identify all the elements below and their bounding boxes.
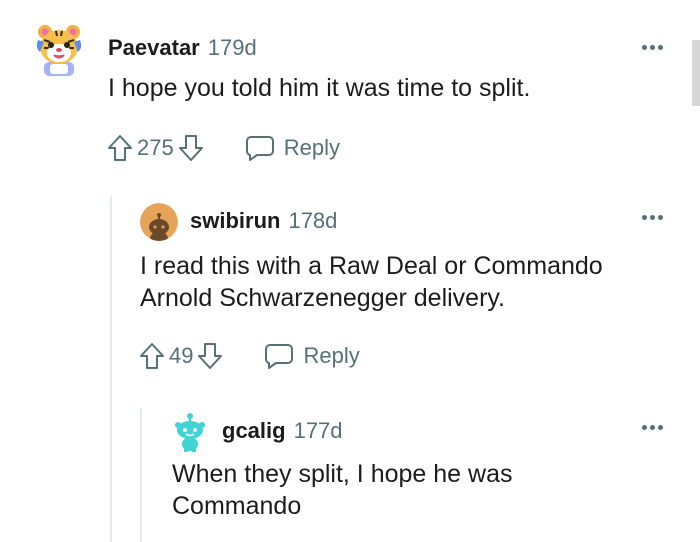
author-name[interactable]: swibirun <box>190 208 280 233</box>
comment-bubble-icon <box>245 136 274 161</box>
comment-actions: 275 Reply <box>105 130 340 166</box>
downvote-icon[interactable] <box>176 132 206 164</box>
comment-line: Commando <box>172 492 302 520</box>
thread-line-level-2[interactable] <box>140 408 142 542</box>
author-name[interactable]: gcalig <box>222 418 286 443</box>
reply-label: Reply <box>283 135 340 160</box>
reply-button[interactable]: Reply <box>263 342 360 370</box>
comment-body: I hope you told him it was time to split… <box>108 72 530 104</box>
comment-body: When they split, I hope he was Commando <box>172 458 512 522</box>
thread-line-level-1[interactable] <box>110 196 112 542</box>
comment-line: Arnold Schwarzenegger delivery. <box>140 284 506 312</box>
snoo-orange-avatar-icon[interactable] <box>140 203 178 241</box>
comment-author[interactable]: Paevatar 179d <box>108 35 257 61</box>
upvote-icon[interactable] <box>137 340 167 372</box>
overflow-menu-icon[interactable] <box>642 43 664 51</box>
vote-score: 275 <box>137 135 174 160</box>
comment-line: When they split, I hope he was <box>172 460 513 488</box>
scrollbar-thumb[interactable] <box>692 40 700 106</box>
comment-author[interactable]: gcalig 177d <box>222 418 343 444</box>
snoo-teal-avatar-icon[interactable] <box>172 412 208 452</box>
author-name[interactable]: Paevatar <box>108 35 200 60</box>
comment-age: 178d <box>288 208 338 233</box>
comment-bubble-icon <box>265 344 294 369</box>
comment-line: I read this with a Raw Deal or Commando <box>140 252 603 280</box>
comment-line: I hope you told him it was time to split… <box>108 74 531 102</box>
overflow-menu-icon[interactable] <box>642 423 664 431</box>
comment-age: 179d <box>207 35 257 60</box>
reply-button[interactable]: Reply <box>244 134 340 162</box>
vote-score: 49 <box>169 343 194 368</box>
comment-actions: 49 Reply <box>137 338 360 374</box>
comment-age: 177d <box>293 418 343 443</box>
tiger-avatar-icon[interactable] <box>36 22 82 78</box>
comment-author[interactable]: swibirun 178d <box>190 208 337 234</box>
comment-body: I read this with a Raw Deal or Commando … <box>140 250 603 314</box>
upvote-icon[interactable] <box>105 132 135 164</box>
reply-label: Reply <box>303 343 360 368</box>
overflow-menu-icon[interactable] <box>642 213 664 221</box>
downvote-icon[interactable] <box>195 340 225 372</box>
